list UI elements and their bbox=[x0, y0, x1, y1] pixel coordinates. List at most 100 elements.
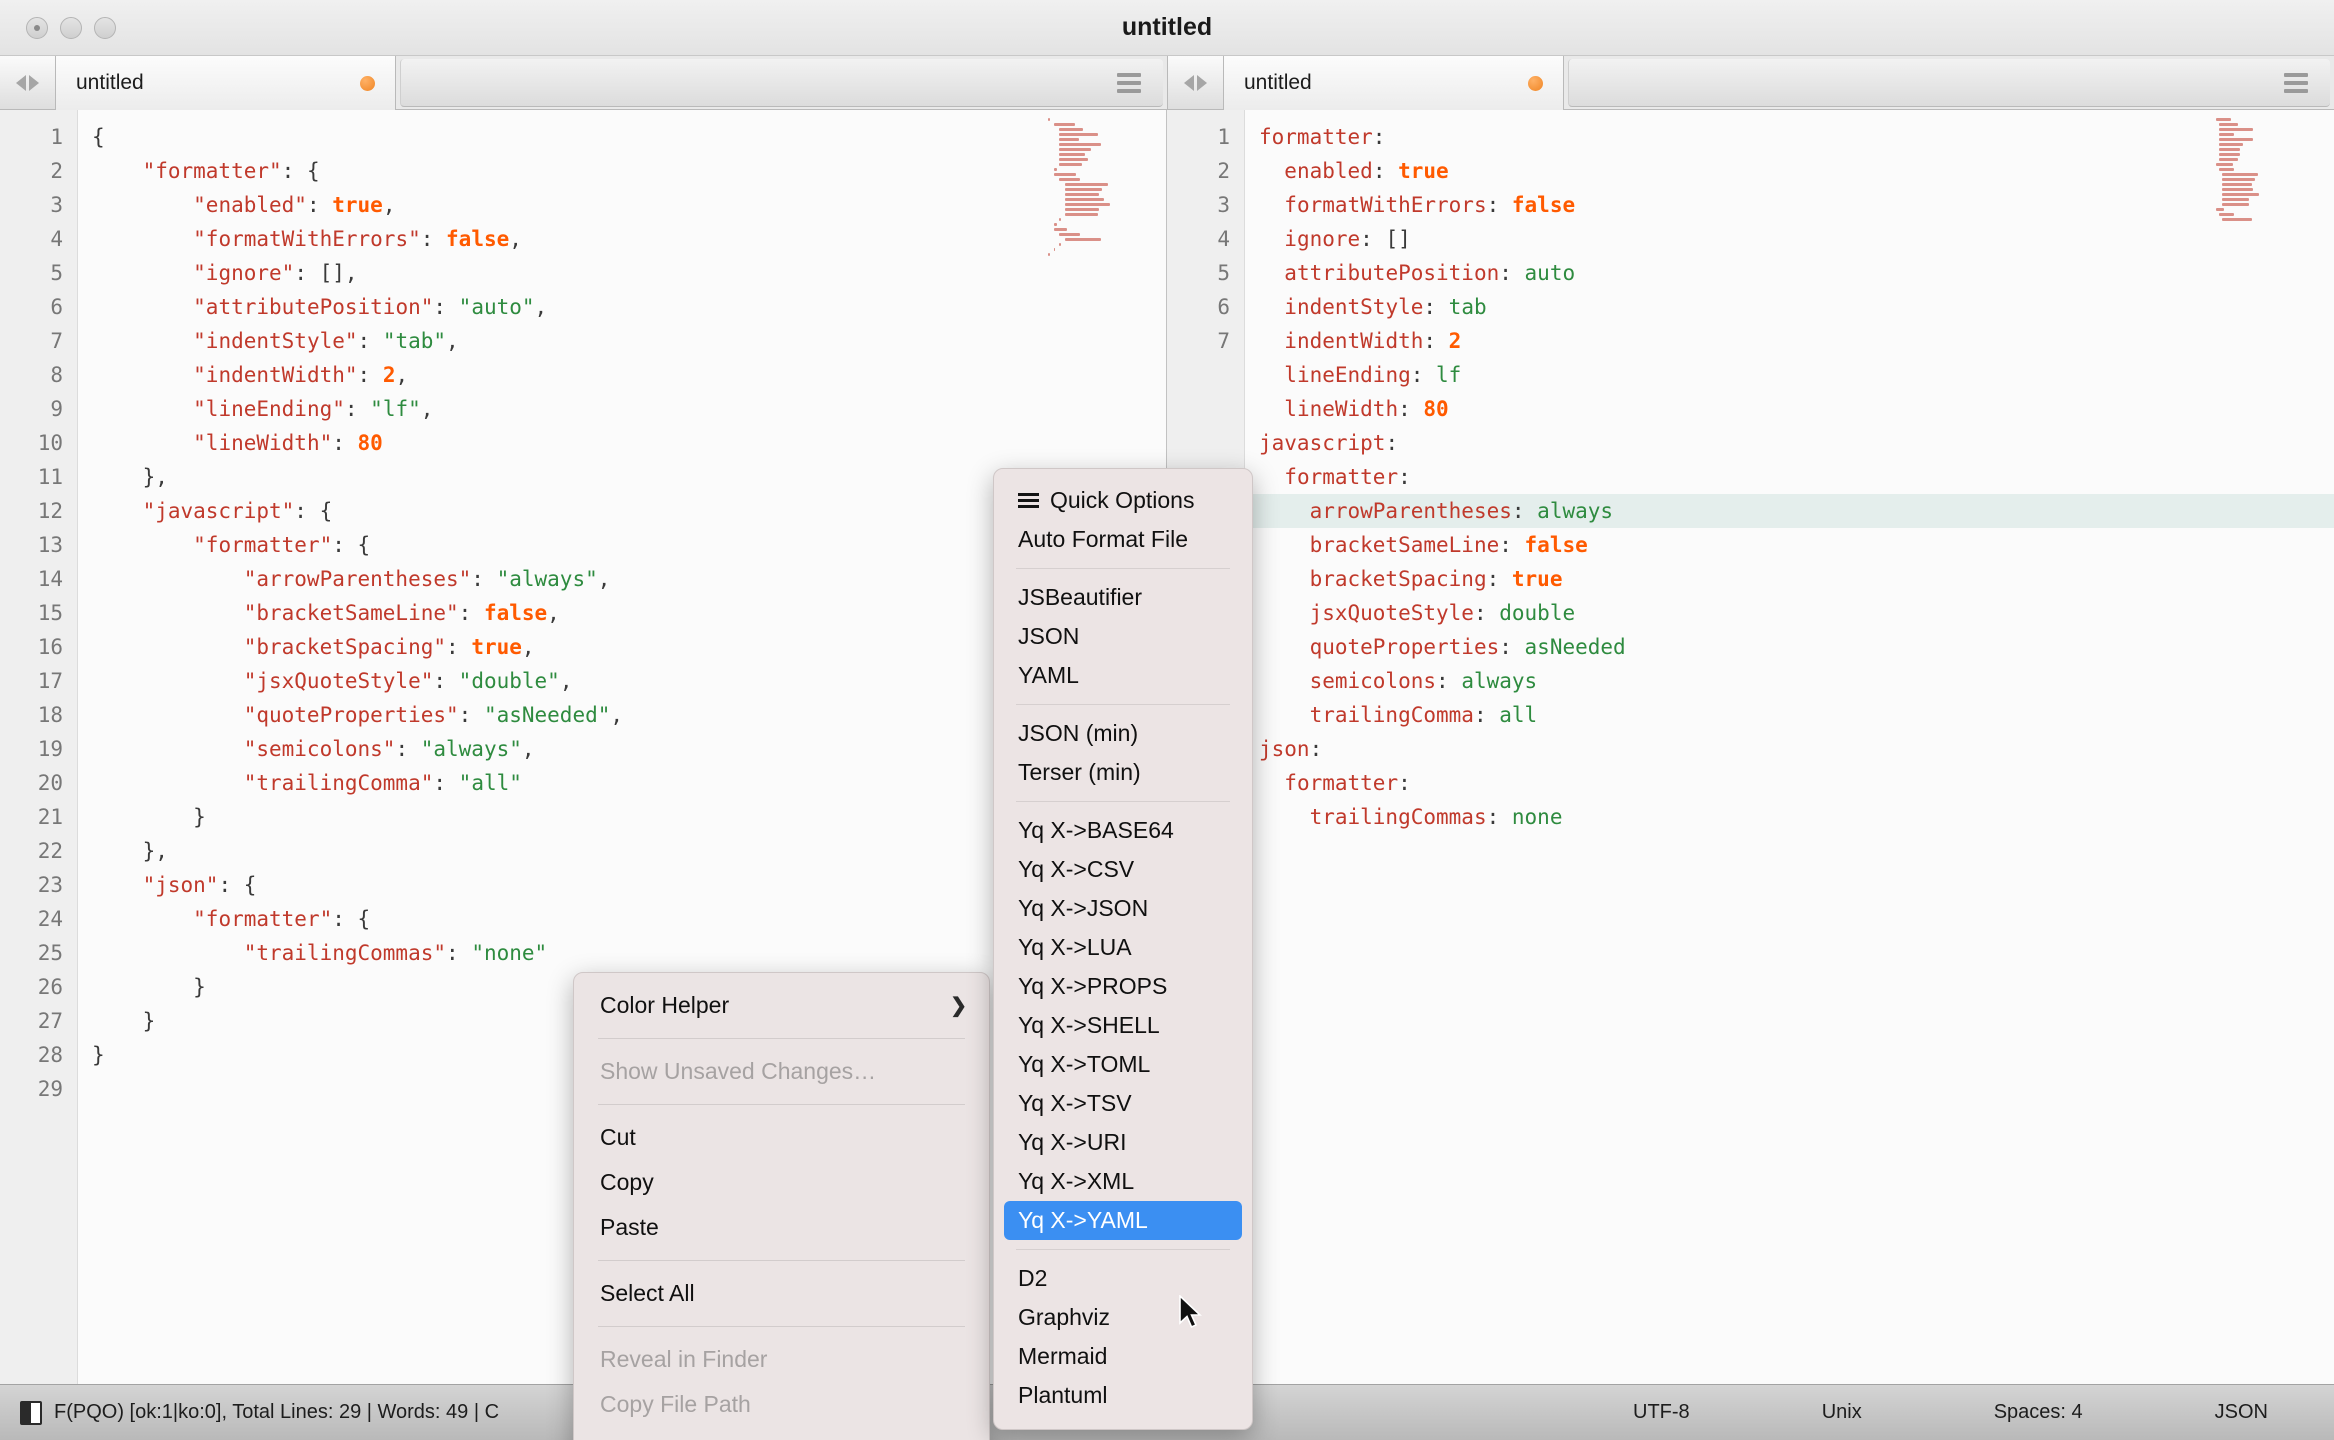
code-line[interactable]: bracketSpacing: true bbox=[1245, 562, 2334, 596]
code-line[interactable]: bracketSameLine: false bbox=[1245, 528, 2334, 562]
tab-nav-buttons-right[interactable] bbox=[1168, 56, 1224, 110]
close-button[interactable] bbox=[26, 16, 48, 39]
code-line[interactable]: lineEnding: lf bbox=[1245, 358, 2334, 392]
submenu-item[interactable]: Mermaid bbox=[994, 1337, 1252, 1376]
context-menu-item[interactable]: Color Helper ❯ bbox=[574, 983, 989, 1028]
nav-next-icon[interactable] bbox=[1197, 74, 1207, 91]
submenu-item[interactable]: Auto Format File bbox=[994, 520, 1252, 559]
context-menu[interactable]: Color Helper ❯ Show Unsaved Changes… Cut Cop… bbox=[573, 972, 990, 1440]
context-menu-item[interactable]: Cut bbox=[574, 1115, 989, 1160]
submenu-item-label: Plantuml bbox=[1018, 1382, 1108, 1408]
submenu-item[interactable]: Yq X->BASE64 bbox=[994, 811, 1252, 850]
status-item[interactable]: UTF-8 bbox=[1567, 1401, 1756, 1424]
code-line[interactable]: javascript: bbox=[1245, 426, 2334, 460]
status-item[interactable]: Spaces: 4 bbox=[1928, 1401, 2149, 1424]
code-line[interactable]: lineWidth: 80 bbox=[1245, 392, 2334, 426]
submenu-item[interactable]: Yq X->YAML bbox=[1004, 1201, 1242, 1240]
menu-separator bbox=[598, 1104, 965, 1105]
submenu-item[interactable]: JSON (min) bbox=[994, 714, 1252, 753]
code-line[interactable]: formatter: bbox=[1245, 766, 2334, 800]
formatter-submenu[interactable]: Quick Options Auto Format File JSBeautifie… bbox=[993, 468, 1253, 1430]
context-menu-item[interactable]: Copy bbox=[574, 1160, 989, 1205]
nav-prev-icon[interactable] bbox=[1184, 74, 1194, 91]
code-line[interactable]: enabled: true bbox=[1245, 154, 2334, 188]
nav-next-icon[interactable] bbox=[29, 74, 39, 91]
tab-bar-empty-left[interactable] bbox=[400, 59, 1163, 107]
submenu-item[interactable]: Yq X->PROPS bbox=[994, 967, 1252, 1006]
code-line[interactable]: { bbox=[78, 120, 1166, 154]
code-line[interactable]: formatter: bbox=[1245, 460, 2334, 494]
code-line[interactable]: "ignore": [], bbox=[78, 256, 1166, 290]
code-token: : bbox=[1372, 125, 1386, 149]
submenu-item[interactable]: YAML bbox=[994, 656, 1252, 695]
code-line[interactable]: semicolons: always bbox=[1245, 664, 2334, 698]
line-number: 6 bbox=[50, 295, 63, 319]
code-line[interactable]: "formatter": { bbox=[78, 154, 1166, 188]
code-line[interactable]: "attributePosition": "auto", bbox=[78, 290, 1166, 324]
tab-untitled-right[interactable]: untitled bbox=[1224, 56, 1564, 110]
submenu-item[interactable]: JSON bbox=[994, 617, 1252, 656]
status-item[interactable]: JSON bbox=[2149, 1401, 2334, 1424]
status-item[interactable]: Unix bbox=[1756, 1401, 1928, 1424]
code-token: "trailingComma" bbox=[243, 771, 434, 795]
line-number: 19 bbox=[37, 737, 63, 761]
code-line[interactable]: attributePosition: auto bbox=[1245, 256, 2334, 290]
submenu-item[interactable]: Terser (min) bbox=[994, 753, 1252, 792]
code-line[interactable]: ignore: [] bbox=[1245, 222, 2334, 256]
submenu-item[interactable]: Yq X->URI bbox=[994, 1123, 1252, 1162]
submenu-item[interactable]: Yq X->CSV bbox=[994, 850, 1252, 889]
code-line[interactable]: json: bbox=[1245, 732, 2334, 766]
context-menu-item[interactable]: Select All bbox=[574, 1271, 989, 1316]
modified-indicator-icon[interactable] bbox=[1528, 75, 1543, 91]
submenu-item-label: Graphviz bbox=[1018, 1304, 1111, 1330]
code-line[interactable]: "indentWidth": 2, bbox=[78, 358, 1166, 392]
hamburger-icon[interactable] bbox=[2284, 72, 2308, 93]
submenu-item[interactable]: JSBeautifier bbox=[994, 578, 1252, 617]
context-menu-item[interactable]: Paste bbox=[574, 1205, 989, 1250]
submenu-item[interactable]: Yq X->TSV bbox=[994, 1084, 1252, 1123]
code-line[interactable]: formatWithErrors: false bbox=[1245, 188, 2334, 222]
editor-pane-right[interactable]: 1 2 3 4 5 6 7 formatter: enabled: true formatW… bbox=[1167, 110, 2334, 1384]
code-line[interactable]: "indentStyle": "tab", bbox=[78, 324, 1166, 358]
tab-nav-buttons-left[interactable] bbox=[0, 56, 56, 110]
modified-indicator-icon[interactable] bbox=[360, 75, 375, 91]
code-line[interactable]: trailingComma: all bbox=[1245, 698, 2334, 732]
code-line[interactable]: "lineWidth": 80 bbox=[78, 426, 1166, 460]
code-line[interactable]: indentStyle: tab bbox=[1245, 290, 2334, 324]
code-line[interactable]: arrowParentheses: always bbox=[1245, 494, 2334, 528]
menu-item-label: Paste bbox=[600, 1214, 659, 1240]
code-line[interactable]: formatter: bbox=[1245, 120, 2334, 154]
code-line[interactable]: trailingCommas: none bbox=[1245, 800, 2334, 834]
split-view-icon[interactable] bbox=[20, 1400, 42, 1425]
code-line[interactable]: jsxQuoteStyle: double bbox=[1245, 596, 2334, 630]
code-line[interactable]: "formatWithErrors": false, bbox=[78, 222, 1166, 256]
submenu-item[interactable]: Yq X->JSON bbox=[994, 889, 1252, 928]
menu-item-label: Show Unsaved Changes… bbox=[600, 1058, 877, 1084]
hamburger-icon[interactable] bbox=[1117, 72, 1141, 93]
submenu-item[interactable]: Yq X->SHELL bbox=[994, 1006, 1252, 1045]
line-number: 3 bbox=[50, 193, 63, 217]
submenu-item-label: Terser (min) bbox=[1018, 759, 1141, 785]
submenu-item[interactable]: Graphviz bbox=[994, 1298, 1252, 1337]
submenu-item-label: Yq X->JSON bbox=[1018, 895, 1149, 921]
code-line[interactable]: "enabled": true, bbox=[78, 188, 1166, 222]
submenu-item[interactable]: Plantuml bbox=[994, 1376, 1252, 1415]
code-token: } bbox=[92, 975, 206, 999]
submenu-item[interactable]: Yq X->TOML bbox=[994, 1045, 1252, 1084]
nav-prev-icon[interactable] bbox=[16, 74, 26, 91]
minimize-button[interactable] bbox=[60, 16, 82, 39]
line-number: 6 bbox=[1217, 295, 1230, 319]
code-line[interactable]: quoteProperties: asNeeded bbox=[1245, 630, 2334, 664]
code-content-right[interactable]: formatter: enabled: true formatWithError… bbox=[1245, 110, 2334, 1384]
code-line[interactable]: "lineEnding": "lf", bbox=[78, 392, 1166, 426]
tab-bar-empty-right[interactable] bbox=[1568, 59, 2330, 107]
submenu-item[interactable]: Yq X->XML bbox=[994, 1162, 1252, 1201]
tab-untitled-left[interactable]: untitled bbox=[56, 56, 396, 110]
submenu-item[interactable]: D2 bbox=[994, 1259, 1252, 1298]
code-token: bracketSameLine bbox=[1309, 533, 1500, 557]
submenu-item[interactable]: Yq X->LUA bbox=[994, 928, 1252, 967]
code-line[interactable]: indentWidth: 2 bbox=[1245, 324, 2334, 358]
zoom-button[interactable] bbox=[94, 16, 116, 39]
